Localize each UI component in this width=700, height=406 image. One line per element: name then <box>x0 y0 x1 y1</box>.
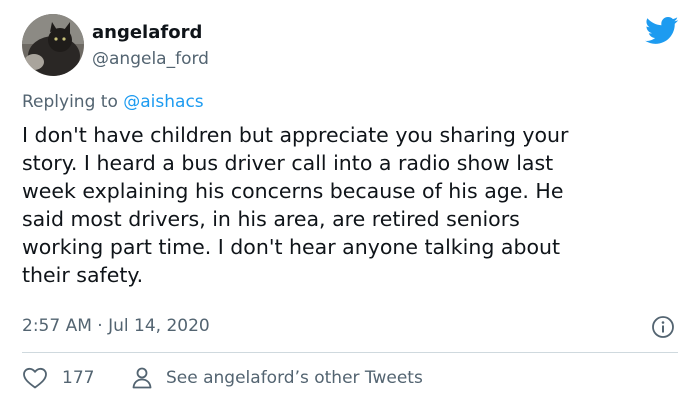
user-handle[interactable]: @angela_ford <box>92 48 209 70</box>
tweet-text-line: I don't have children but appreciate you… <box>22 123 569 147</box>
tweet-text-line: week explaining his concerns because of … <box>22 179 564 203</box>
person-icon[interactable] <box>131 366 153 390</box>
tweet-text-line: story. I heard a bus driver call into a … <box>22 151 554 175</box>
twitter-bird-icon[interactable] <box>645 17 679 45</box>
tweet-text-line: said most drivers, in his area, are reti… <box>22 207 520 231</box>
tweet-text-line: their safety. <box>22 263 144 287</box>
info-icon[interactable] <box>651 315 675 339</box>
heart-icon[interactable] <box>22 366 48 390</box>
replying-to: Replying to @aishacs <box>22 90 204 114</box>
tweet-text: I don't have children but appreciate you… <box>22 121 682 289</box>
divider <box>22 352 678 353</box>
tweet-text-line: working part time. I don't hear anyone t… <box>22 235 561 259</box>
display-name[interactable]: angelaford <box>92 22 202 44</box>
replying-to-prefix: Replying to <box>22 92 124 112</box>
see-other-tweets-link[interactable]: See angelaford’s other Tweets <box>166 367 423 389</box>
avatar[interactable] <box>22 14 84 76</box>
tweet-timestamp[interactable]: 2:57 AM · Jul 14, 2020 <box>22 315 210 337</box>
reply-mention-link[interactable]: @aishacs <box>123 92 203 112</box>
like-count[interactable]: 177 <box>62 367 94 389</box>
